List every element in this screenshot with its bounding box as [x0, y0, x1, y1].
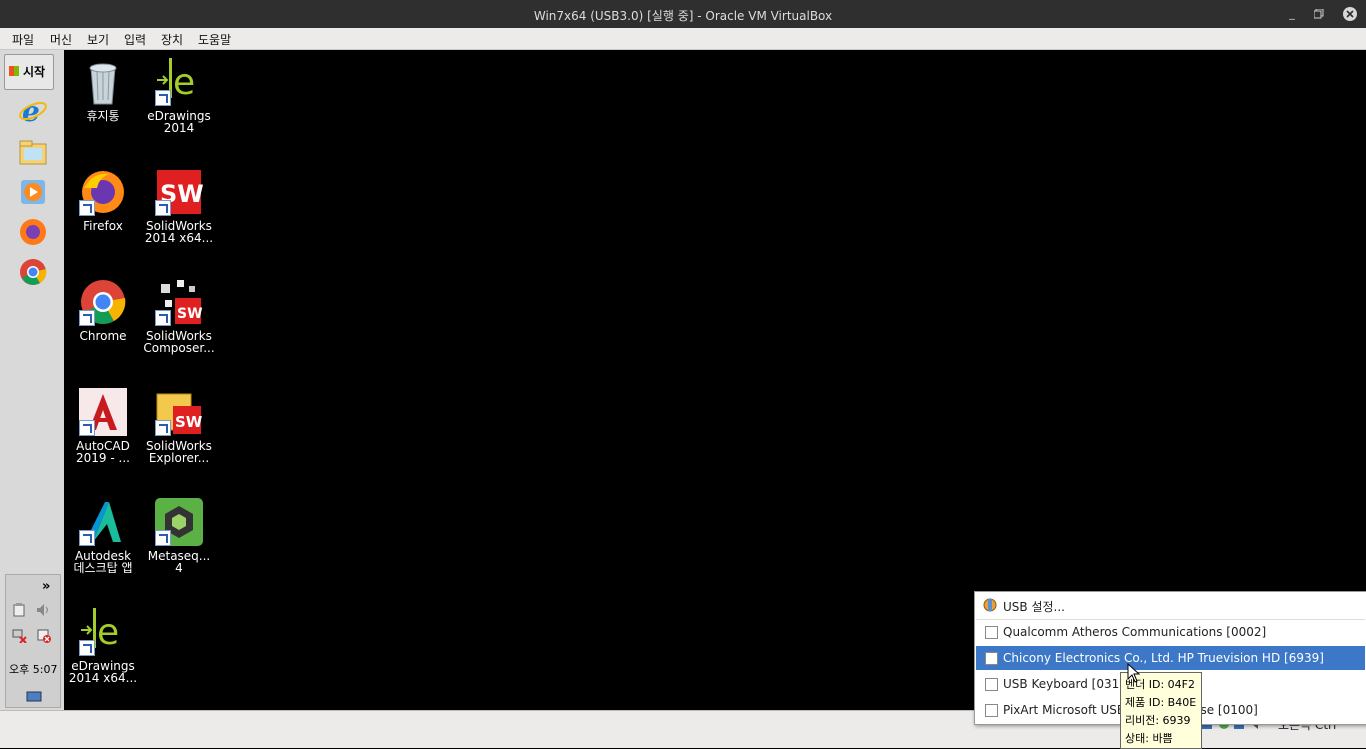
firefox-taskbar-icon[interactable] [18, 217, 48, 247]
tooltip-state: 상태: 바쁨 [1125, 732, 1173, 745]
shortcut-arrow-icon [155, 310, 171, 326]
svg-text:e: e [22, 96, 40, 126]
restore-icon[interactable] [1311, 6, 1327, 22]
desktop-icon-firefox[interactable]: Firefox [67, 168, 139, 232]
icon-label: Chrome [79, 329, 127, 343]
guest-taskbar: 시작 e » 오후 5:07 [0, 50, 66, 710]
icon-label-line2: 2019 - ... [76, 451, 130, 465]
metasequoia-icon [155, 498, 203, 546]
desktop-icon-autocad-2019[interactable]: AutoCAD 2019 - ... [67, 388, 139, 464]
svg-text:SW: SW [175, 413, 203, 431]
desktop-icon-solidworks-2014[interactable]: SW SolidWorks 2014 x64... [143, 168, 215, 244]
clipboard-icon[interactable] [12, 603, 26, 620]
minimize-icon[interactable]: _ [1284, 6, 1300, 22]
internet-explorer-icon[interactable]: e [18, 95, 48, 128]
icon-label: Firefox [83, 219, 123, 233]
shortcut-arrow-icon [155, 420, 171, 436]
show-desktop-icon[interactable] [26, 691, 42, 706]
start-button[interactable]: 시작 [4, 54, 54, 90]
desktop-icon-edrawings-2014-x64[interactable]: e eDrawings 2014 x64... [67, 608, 139, 684]
usb-settings-icon [982, 597, 998, 616]
icon-label: 휴지통 [86, 109, 120, 123]
usb-device-checkbox[interactable] [985, 626, 998, 639]
speaker-icon[interactable] [36, 603, 52, 620]
mouse-cursor-icon [1127, 662, 1141, 686]
shortcut-arrow-icon [79, 530, 95, 546]
recycle-bin-icon [79, 58, 127, 106]
usb-device-checkbox[interactable] [985, 678, 998, 691]
tooltip-product-id: 제품 ID: B40E [1125, 696, 1197, 709]
usb-device-item-selected[interactable]: Chicony Electronics Co., Ltd. HP Truevis… [976, 646, 1365, 670]
usb-device-checkbox[interactable] [985, 704, 998, 717]
tray-clock[interactable]: 오후 5:07 [9, 661, 57, 677]
chrome-icon [79, 278, 127, 326]
desktop-icon-recycle-bin[interactable]: 휴지통 [67, 58, 139, 122]
menu-bar: 파일 머신 보기 입력 장치 도움말 [0, 28, 1366, 50]
tray-expand-button[interactable]: » [42, 579, 50, 594]
shortcut-arrow-icon [79, 420, 95, 436]
usb-device-item[interactable]: Qualcomm Atheros Communications [0002] [976, 620, 1365, 644]
media-player-icon[interactable] [18, 177, 48, 207]
close-icon[interactable] [1342, 6, 1358, 22]
menu-machine[interactable]: 머신 [50, 31, 72, 48]
icon-label-line2: Explorer... [148, 451, 210, 465]
solidworks-composer-icon: SW [155, 278, 203, 326]
edrawings-icon: e [79, 608, 127, 656]
icon-label-line2: 4 [175, 561, 183, 575]
menu-help[interactable]: 도움말 [198, 31, 231, 48]
shortcut-arrow-icon [79, 200, 95, 216]
menu-devices[interactable]: 장치 [161, 31, 183, 48]
solidworks-explorer-icon: SW [155, 388, 203, 436]
desktop-icon-edrawings-2014[interactable]: e eDrawings 2014 [143, 58, 215, 134]
shortcut-arrow-icon [155, 200, 171, 216]
menu-file[interactable]: 파일 [12, 31, 34, 48]
autocad-icon [79, 388, 127, 436]
svg-text:SW: SW [177, 306, 203, 322]
desktop-icon-metasequoia-4[interactable]: Metaseq... 4 [143, 498, 215, 574]
shortcut-arrow-icon [79, 310, 95, 326]
chrome-taskbar-icon[interactable] [18, 257, 48, 287]
window-titlebar: Win7x64 (USB3.0) [실행 중] - Oracle VM Virt… [0, 0, 1366, 28]
start-label: 시작 [23, 65, 46, 79]
icon-label-line2: 데스크탑 앱 [73, 561, 133, 575]
shortcut-arrow-icon [155, 530, 171, 546]
shortcut-arrow-icon [155, 90, 171, 106]
tooltip-revision: 리비전: 6939 [1125, 714, 1191, 727]
menu-view[interactable]: 보기 [87, 31, 109, 48]
icon-label-line2: 2014 [163, 121, 195, 135]
svg-text:e: e [173, 62, 195, 103]
file-explorer-icon[interactable] [18, 137, 48, 167]
menu-input[interactable]: 입력 [124, 31, 146, 48]
icon-label-line2: Composer... [143, 341, 215, 355]
firefox-icon [79, 168, 127, 216]
solidworks-icon: SW [155, 168, 204, 216]
network-disconnected-icon[interactable] [12, 629, 28, 646]
desktop-icon-solidworks-explorer[interactable]: SW SolidWorks Explorer... [143, 388, 215, 464]
usb-device-checkbox[interactable] [985, 652, 998, 665]
system-tray: » 오후 5:07 [5, 574, 61, 708]
desktop-icon-autodesk-desktop-app[interactable]: Autodesk 데스크탑 앱 [67, 498, 139, 574]
usb-settings-item[interactable]: USB 설정... [976, 593, 1365, 617]
action-center-icon[interactable] [36, 629, 52, 646]
windows-flag-icon [9, 66, 19, 76]
icon-label-line2: 2014 x64... [68, 671, 138, 685]
svg-text:e: e [97, 612, 119, 653]
window-title: Win7x64 (USB3.0) [실행 중] - Oracle VM Virt… [533, 9, 833, 23]
edrawings-icon: e [155, 58, 203, 106]
shortcut-arrow-icon [79, 640, 95, 656]
desktop-icon-solidworks-composer[interactable]: SW SolidWorks Composer... [143, 278, 215, 354]
icon-label-line2: 2014 x64... [144, 231, 214, 245]
autodesk-icon [79, 498, 127, 546]
desktop-icon-chrome[interactable]: Chrome [67, 278, 139, 342]
